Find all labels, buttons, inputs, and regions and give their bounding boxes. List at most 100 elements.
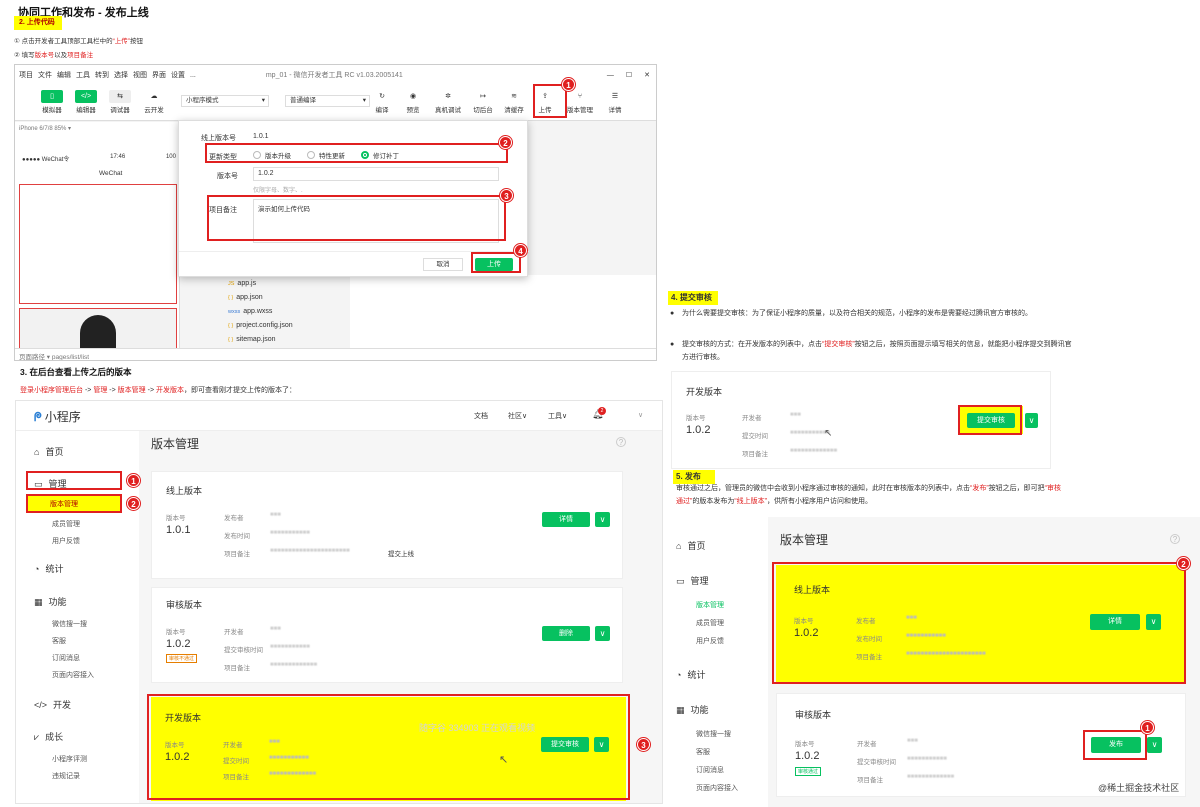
minimize-icon[interactable]: — bbox=[607, 72, 614, 79]
layers-icon: ≋ bbox=[511, 93, 517, 100]
device-select[interactable]: iPhone 6/7/8 85% ▾ bbox=[15, 122, 179, 135]
preview-button[interactable]: ◉ 预览 bbox=[402, 90, 424, 114]
branch-icon: ⑂ bbox=[577, 93, 583, 100]
remote-debug-button[interactable]: ✲ 真机调试 bbox=[433, 90, 463, 114]
sidebar-item-feedback[interactable]: 用户反馈 bbox=[52, 536, 80, 546]
sidebar-item-members[interactable]: 成员管理 bbox=[52, 519, 80, 529]
section3-title: 3. 在后台查看上传之后的版本 bbox=[20, 367, 132, 377]
file-item[interactable]: wxss app.wxss bbox=[228, 305, 293, 319]
sidebar-item-search[interactable]: 微信搜一搜 bbox=[52, 619, 87, 629]
sidebar-item-content[interactable]: 页面内容接入 bbox=[52, 670, 94, 680]
file-item[interactable]: JS app.js bbox=[228, 277, 293, 291]
card-title: 线上版本 bbox=[166, 486, 203, 496]
nav-tools[interactable]: 工具∨ bbox=[548, 411, 567, 421]
list-item bbox=[19, 184, 177, 304]
card-title: 审核版本 bbox=[166, 600, 203, 610]
chevron-down-icon[interactable]: ∨ bbox=[1025, 413, 1038, 428]
section4-bullet-2: ● 提交审核的方式：在开发版本的列表中，点击“提交审核”按钮之后，按照页面提示填写… bbox=[670, 341, 1072, 361]
upload-highlight bbox=[533, 84, 567, 118]
menu-item[interactable]: ... bbox=[190, 72, 196, 79]
cloud-icon: ☁ bbox=[150, 93, 158, 100]
nav-docs[interactable]: 文档 bbox=[474, 411, 488, 421]
dialog-upload-highlight bbox=[471, 252, 521, 273]
menu-item[interactable]: 设置 bbox=[171, 70, 185, 80]
status-bar: 页面路径 ▾ pages/list/list bbox=[15, 348, 656, 360]
sidebar-item-violations[interactable]: 违规记录 bbox=[52, 771, 80, 781]
sidebar-home[interactable]: ⌂ 首页 bbox=[676, 539, 705, 552]
sidebar-stats[interactable]: ◔ 统计 bbox=[34, 562, 63, 575]
background-button[interactable]: ↦ 切后台 bbox=[472, 90, 494, 114]
sidebar-item-content[interactable]: 页面内容接入 bbox=[696, 783, 738, 793]
chevron-down-icon[interactable]: ∨ bbox=[638, 411, 643, 419]
chevron-down-icon[interactable]: ∨ bbox=[595, 626, 610, 641]
menu-item[interactable]: 编辑 bbox=[57, 70, 71, 80]
help-icon[interactable]: ? bbox=[1170, 534, 1180, 544]
help-icon[interactable]: ? bbox=[616, 437, 626, 447]
switch-icon: ↦ bbox=[480, 93, 486, 100]
menu-item[interactable]: 文件 bbox=[38, 70, 52, 80]
pie-icon: ◔ bbox=[34, 564, 40, 574]
mode-select[interactable]: 小程序模式 ▾ bbox=[181, 95, 269, 107]
status-badge: 审核不通过 bbox=[166, 654, 198, 663]
sidebar-grow[interactable]: ⩗ 成长 bbox=[34, 730, 63, 743]
home-icon: ⌂ bbox=[34, 447, 40, 457]
sidebar-item-subscribe[interactable]: 订阅消息 bbox=[52, 653, 80, 663]
avatar bbox=[19, 308, 177, 350]
sidebar-item-review[interactable]: 小程序评测 bbox=[52, 754, 87, 764]
version-input[interactable]: 1.0.2 bbox=[253, 167, 499, 181]
sidebar-item-feedback[interactable]: 用户反馈 bbox=[696, 636, 724, 646]
sidebar-manage[interactable]: ▭ 管理 bbox=[676, 574, 709, 587]
file-item[interactable]: { } app.json bbox=[228, 291, 293, 305]
sidebar-func[interactable]: ▦ 功能 bbox=[34, 595, 67, 608]
clear-cache-button[interactable]: ≋ 清缓存 bbox=[503, 90, 525, 114]
delete-button[interactable]: 删除 bbox=[542, 626, 590, 641]
menu-item[interactable]: 选择 bbox=[114, 70, 128, 80]
close-icon[interactable]: ✕ bbox=[644, 71, 650, 79]
sidebar-home[interactable]: ⌂ 首页 bbox=[34, 445, 63, 458]
bug-icon: ✲ bbox=[445, 93, 451, 100]
compile-button[interactable]: ↻ 编译 bbox=[371, 90, 393, 114]
sidebar-func[interactable]: ▦ 功能 bbox=[676, 703, 709, 716]
menu-item[interactable]: 转到 bbox=[95, 70, 109, 80]
card-title: 开发版本 bbox=[686, 387, 723, 397]
version-label: 版本号 bbox=[217, 173, 238, 180]
sidebar-item-subscribe[interactable]: 订阅消息 bbox=[696, 765, 724, 775]
mp-sidebar: ⌂首页 ▭管理 版本管理 成员管理 用户反馈 ◔统计 ▦功能 微信搜一搜 客服 … bbox=[664, 517, 768, 807]
version-number: 1.0.2 bbox=[795, 750, 820, 762]
sidebar-item-search[interactable]: 微信搜一搜 bbox=[696, 729, 731, 739]
debug-icon: ⇆ bbox=[109, 90, 131, 103]
sidebar-item-service[interactable]: 客服 bbox=[696, 747, 710, 757]
mp-logo-icon: ᖘ bbox=[34, 410, 42, 424]
pie-icon: ◔ bbox=[676, 670, 682, 680]
sidebar-item-versions[interactable]: 版本管理 bbox=[696, 600, 724, 610]
nav-community[interactable]: 社区∨ bbox=[508, 411, 527, 421]
online-version-card: 线上版本 版本号 1.0.1 发布者 发布时间 项目备注 ■■■ ■■■■■■■… bbox=[151, 471, 623, 579]
folder-icon: ▭ bbox=[676, 576, 685, 586]
compile-select[interactable]: 普通编译 ▾ bbox=[285, 95, 370, 107]
file-item[interactable]: { } sitemap.json bbox=[228, 333, 293, 347]
section4-title: 4. 提交审核 bbox=[668, 291, 718, 305]
cloud-dev-button[interactable]: ☁ 云开发 bbox=[143, 90, 165, 114]
menu-item[interactable]: 项目 bbox=[19, 70, 33, 80]
sidebar-dev[interactable]: </> 开发 bbox=[34, 698, 71, 711]
sidebar-item-service[interactable]: 客服 bbox=[52, 636, 66, 646]
version-mgmt-button[interactable]: ⑂ 版本管理 bbox=[565, 90, 595, 114]
dev-card-highlight bbox=[147, 694, 630, 800]
cancel-button[interactable]: 取消 bbox=[423, 258, 463, 271]
code-icon: </> bbox=[34, 700, 48, 710]
details-button[interactable]: ☰ 详情 bbox=[604, 90, 626, 114]
file-item[interactable]: { } project.config.json bbox=[228, 319, 293, 333]
sidebar-item-members[interactable]: 成员管理 bbox=[696, 618, 724, 628]
menu-item[interactable]: 视图 bbox=[133, 70, 147, 80]
debugger-button[interactable]: ⇆ 调试器 bbox=[109, 90, 131, 114]
sidebar-stats[interactable]: ◔ 统计 bbox=[676, 668, 705, 681]
chevron-down-icon[interactable]: ∨ bbox=[1147, 737, 1162, 753]
details-button[interactable]: 详情 bbox=[542, 512, 590, 527]
editor-button[interactable]: </> 编辑器 bbox=[75, 90, 97, 114]
simulator-button[interactable]: ▯ 模拟器 bbox=[41, 90, 63, 114]
menu-item[interactable]: 工具 bbox=[76, 70, 90, 80]
menu-item[interactable]: 界面 bbox=[152, 70, 166, 80]
phone-icon: ▯ bbox=[41, 90, 63, 103]
chevron-down-icon[interactable]: ∨ bbox=[595, 512, 610, 527]
maximize-icon[interactable]: ☐ bbox=[626, 71, 632, 79]
